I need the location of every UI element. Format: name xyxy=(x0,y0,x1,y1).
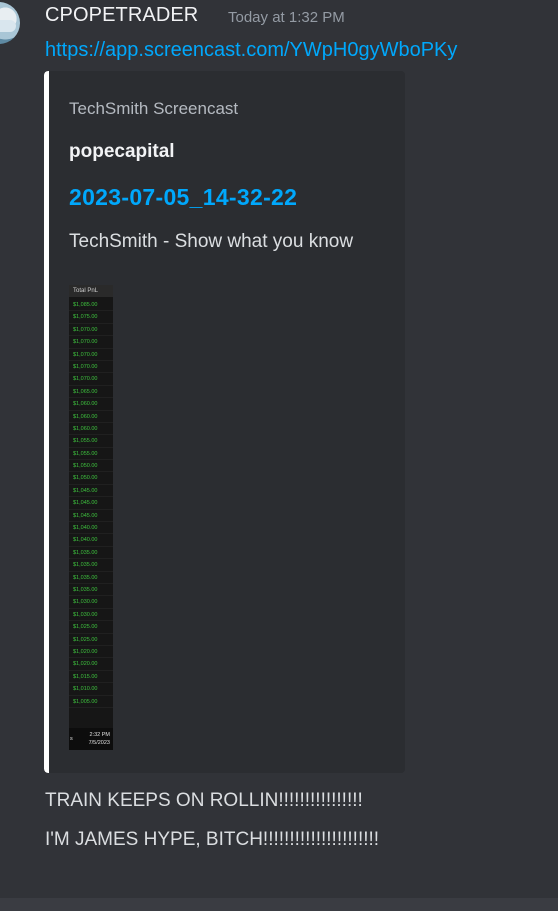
message-text-line-1: TRAIN KEEPS ON ROLLIN!!!!!!!!!!!!!!!! xyxy=(45,790,363,811)
thumbnail-pnl-value: $1,010.00 xyxy=(69,683,113,696)
thumbnail-pnl-value: $1,030.00 xyxy=(69,609,113,622)
thumbnail-pnl-value: $1,070.00 xyxy=(69,349,113,361)
thumbnail-pnl-value: $1,050.00 xyxy=(69,460,113,473)
thumbnail-pnl-value: $1,025.00 xyxy=(69,621,113,634)
thumbnail-pnl-value: $1,030.00 xyxy=(69,596,113,609)
thumbnail-pnl-value: $1,050.00 xyxy=(69,472,113,485)
thumbnail-taskbar-letter: s xyxy=(70,736,73,742)
thumbnail-pnl-value: $1,070.00 xyxy=(69,361,113,374)
thumbnail-pnl-value: $1,015.00 xyxy=(69,671,113,684)
message-link[interactable]: https://app.screencast.com/YWpH0gyWboPKy xyxy=(45,39,457,62)
thumbnail-pnl-value: $1,045.00 xyxy=(69,510,113,523)
chat-message: CPOPETRADER Today at 1:32 PM https://app… xyxy=(0,0,558,900)
thumbnail-pnl-value: $1,060.00 xyxy=(69,398,113,411)
embed-thumbnail-image[interactable]: Total PnL $1,085.00 $1,075.00 $1,070.00 $1,… xyxy=(69,285,113,750)
bottom-divider xyxy=(0,898,558,911)
thumbnail-pnl-value: $1,070.00 xyxy=(69,336,113,349)
thumbnail-taskbar: s 2:32 PM 7/5/2023 xyxy=(69,728,113,750)
thumbnail-column-header: Total PnL xyxy=(69,285,113,297)
thumbnail-pnl-value: $1,040.00 xyxy=(69,522,113,535)
thumbnail-pnl-value: $1,035.00 xyxy=(69,572,113,584)
embed-description: TechSmith - Show what you know xyxy=(69,231,354,252)
thumbnail-pnl-value: $1,085.00 xyxy=(69,299,113,312)
embed-provider: TechSmith Screencast xyxy=(69,99,239,118)
thumbnail-pnl-value: $1,065.00 xyxy=(69,386,113,399)
thumbnail-pnl-value: $1,055.00 xyxy=(69,448,113,461)
username[interactable]: CPOPETRADER xyxy=(45,4,198,27)
thumbnail-taskbar-date: 7/5/2023 xyxy=(88,740,110,746)
thumbnail-pnl-value: $1,035.00 xyxy=(69,559,113,572)
thumbnail-pnl-value: $1,045.00 xyxy=(69,485,113,498)
thumbnail-pnl-value: $1,070.00 xyxy=(69,373,113,386)
thumbnail-pnl-value: $1,025.00 xyxy=(69,634,113,646)
message-text-line-2: I'M JAMES HYPE, BITCH!!!!!!!!!!!!!!!!!!!… xyxy=(45,829,380,850)
embed-accent-bar xyxy=(44,71,49,773)
thumbnail-pnl-value: $1,020.00 xyxy=(69,658,113,671)
embed-title-link[interactable]: 2023-07-05_14-32-22 xyxy=(69,184,297,211)
thumbnail-pnl-value: $1,005.00 xyxy=(69,696,113,708)
message-timestamp: Today at 1:32 PM xyxy=(228,9,345,26)
user-avatar[interactable] xyxy=(0,2,20,44)
embed-author: popecapital xyxy=(69,141,175,162)
thumbnail-pnl-value: $1,020.00 xyxy=(69,646,113,659)
thumbnail-taskbar-time: 2:32 PM xyxy=(89,732,110,738)
thumbnail-pnl-value: $1,060.00 xyxy=(69,411,113,423)
link-embed: TechSmith Screencast popecapital 2023-07… xyxy=(44,71,405,773)
thumbnail-pnl-list: $1,085.00 $1,075.00 $1,070.00 $1,070.00 $1,0… xyxy=(69,299,113,708)
thumbnail-pnl-value: $1,070.00 xyxy=(69,324,113,337)
thumbnail-pnl-value: $1,045.00 xyxy=(69,497,113,510)
thumbnail-pnl-value: $1,035.00 xyxy=(69,547,113,560)
thumbnail-pnl-value: $1,055.00 xyxy=(69,435,113,448)
thumbnail-pnl-value: $1,035.00 xyxy=(69,584,113,597)
thumbnail-pnl-value: $1,040.00 xyxy=(69,534,113,547)
thumbnail-pnl-value: $1,060.00 xyxy=(69,423,113,436)
thumbnail-pnl-value: $1,075.00 xyxy=(69,311,113,324)
